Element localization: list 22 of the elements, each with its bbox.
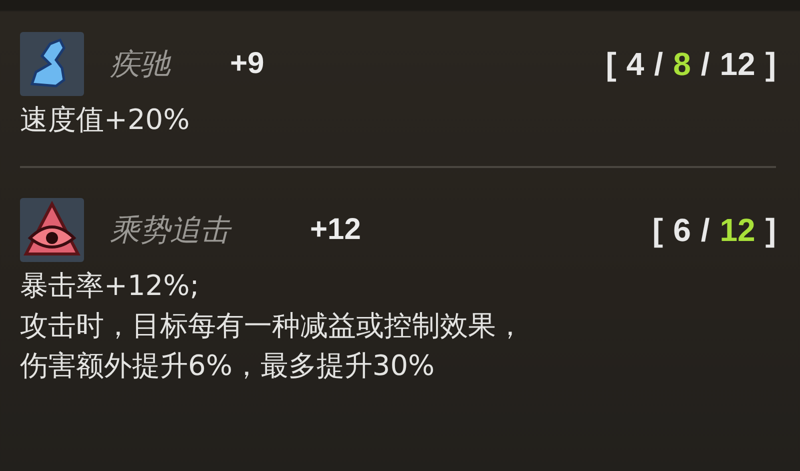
description-line: 伤害额外提升6%，最多提升30% <box>20 348 435 384</box>
tier-value: 6 <box>673 212 691 248</box>
trait-bonus: +12 <box>310 213 361 247</box>
trait-bonus: +9 <box>230 47 264 81</box>
tier-value: 12 <box>720 212 756 248</box>
tier-value: 12 <box>720 46 756 82</box>
trait-name: 疾驰 <box>110 46 172 84</box>
description-line: 攻击时，目标每有一种减益或控制效果， <box>20 308 524 344</box>
tier-value: 8 <box>673 46 691 82</box>
description-line: 暴击率+12%; <box>20 268 200 304</box>
separator: / <box>700 46 710 82</box>
description-line: 速度值+20% <box>20 102 190 138</box>
trait-name: 乘势追击 <box>110 212 233 250</box>
bracket: [ <box>652 212 664 248</box>
bracket: ] <box>765 46 776 82</box>
bracket: ] <box>765 212 776 248</box>
boot-icon <box>20 32 84 96</box>
eye-icon <box>20 198 84 262</box>
tier-value: 4 <box>626 46 644 82</box>
bracket: [ <box>606 46 616 82</box>
separator: / <box>654 46 664 82</box>
separator: / <box>700 212 710 248</box>
